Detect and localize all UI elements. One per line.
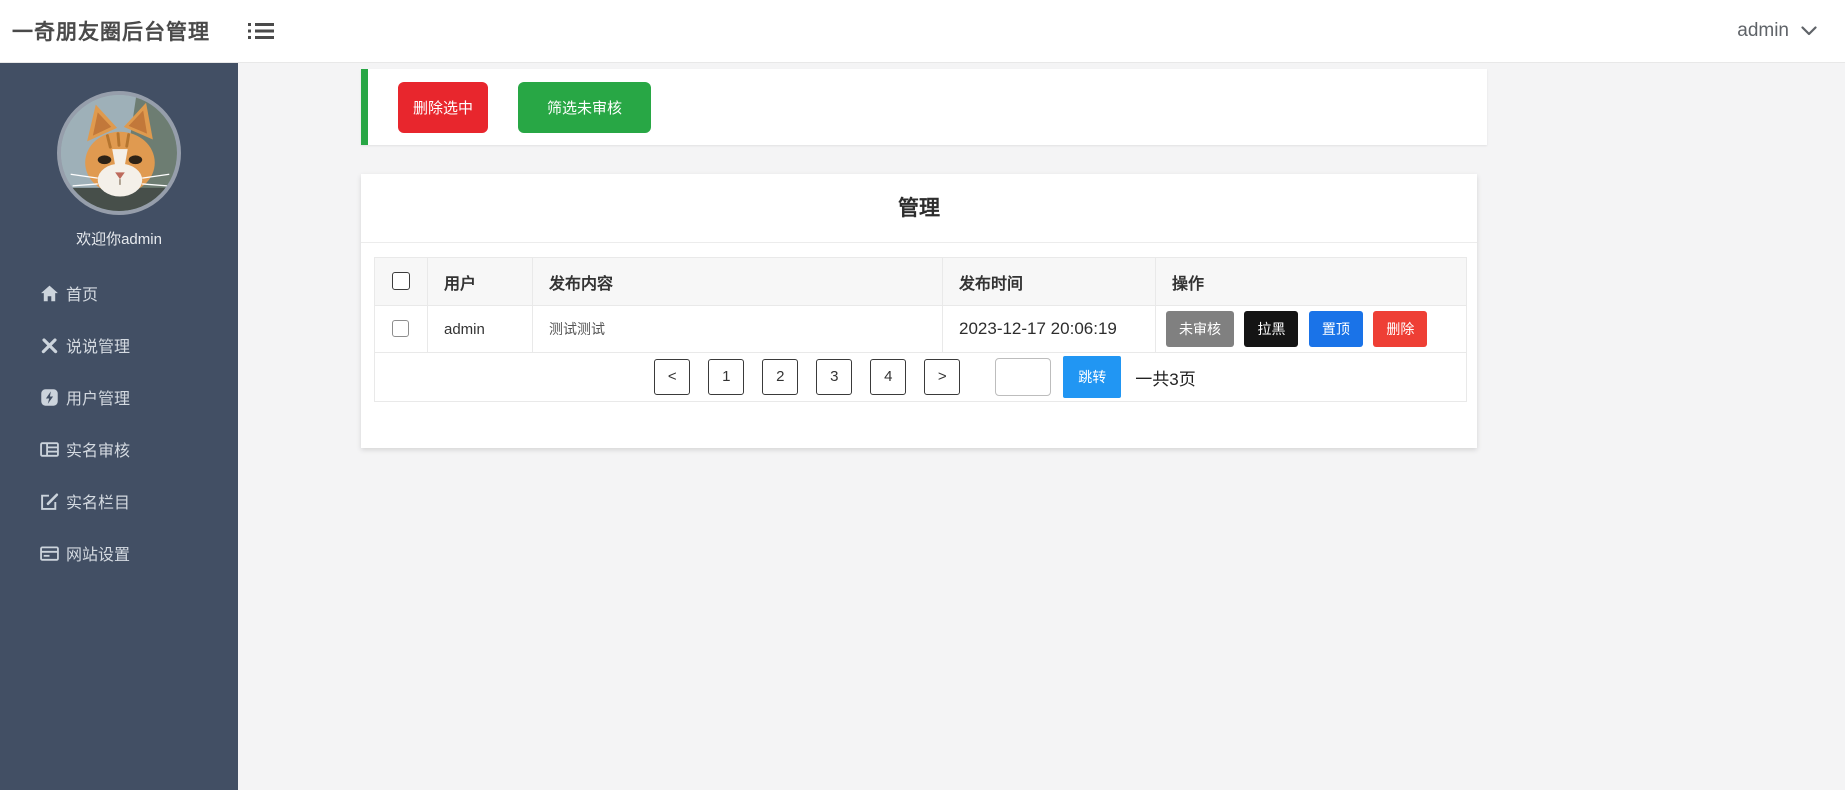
column-header-user: 用户 (428, 258, 533, 306)
page-button-4[interactable]: 4 (870, 359, 906, 395)
avatar (57, 91, 181, 215)
jump-page-input[interactable] (995, 358, 1051, 396)
sidebar-item-site-settings[interactable]: 网站设置 (0, 527, 238, 579)
sidebar-menu: 首页 说说管理 用户管理 (0, 267, 238, 579)
welcome-text: 欢迎你admin (76, 228, 162, 249)
top-header: 一奇朋友圈后台管理 admin (0, 0, 1845, 63)
next-page-button[interactable]: > (924, 359, 960, 395)
tools-icon (40, 336, 59, 355)
prev-page-button[interactable]: < (654, 359, 690, 395)
row-actions: 未审核 拉黑 置顶 删除 (1156, 306, 1467, 353)
pagination: < 1 2 3 4 > 跳转 一共3页 (645, 356, 1195, 398)
pin-top-button[interactable]: 置顶 (1309, 311, 1363, 347)
delete-button[interactable]: 删除 (1373, 311, 1427, 347)
sidebar-item-realname-columns[interactable]: 实名栏目 (0, 475, 238, 527)
posts-table: 用户 发布内容 发布时间 操作 admin 测试测试 (374, 257, 1467, 402)
main-content: 删除选中 筛选未审核 管理 用户 发布内容 发布时间 操作 (238, 63, 1845, 790)
column-header-time: 发布时间 (943, 258, 1156, 306)
blacklist-button[interactable]: 拉黑 (1244, 311, 1298, 347)
sidebar-item-label: 首页 (66, 281, 98, 305)
sidebar-item-users[interactable]: 用户管理 (0, 371, 238, 423)
row-time: 2023-12-17 20:06:19 (943, 306, 1156, 353)
bolt-icon (40, 388, 59, 407)
toolbar-panel: 删除选中 筛选未审核 (361, 69, 1487, 145)
sidebar-item-label: 网站设置 (66, 541, 130, 565)
id-card-icon (40, 440, 59, 459)
table-header-row: 用户 发布内容 发布时间 操作 (375, 258, 1467, 306)
page-button-3[interactable]: 3 (816, 359, 852, 395)
page-title: 一奇朋友圈后台管理 (12, 16, 210, 46)
cat-avatar-image (61, 95, 177, 211)
sidebar-toggle-button[interactable] (248, 20, 274, 42)
card-title: 管理 (361, 174, 1477, 243)
filter-unreviewed-button[interactable]: 筛选未审核 (518, 82, 651, 133)
sidebar-item-label: 说说管理 (66, 333, 130, 357)
sidebar-item-realname-review[interactable]: 实名审核 (0, 423, 238, 475)
column-header-content: 发布内容 (533, 258, 943, 306)
table-row: admin 测试测试 2023-12-17 20:06:19 未审核 拉黑 置顶… (375, 306, 1467, 353)
jump-button[interactable]: 跳转 (1063, 356, 1121, 398)
posts-table-wrap: 用户 发布内容 发布时间 操作 admin 测试测试 (374, 257, 1467, 402)
header-checkbox-cell (375, 258, 428, 306)
sidebar-item-posts[interactable]: 说说管理 (0, 319, 238, 371)
unreviewed-button[interactable]: 未审核 (1166, 311, 1234, 347)
management-card: 管理 用户 发布内容 发布时间 操作 (361, 174, 1477, 448)
row-content: 测试测试 (533, 306, 943, 353)
chevron-down-icon (1801, 26, 1817, 36)
sidebar-item-label: 用户管理 (66, 385, 130, 409)
pagination-row: < 1 2 3 4 > 跳转 一共3页 (375, 353, 1467, 402)
select-all-checkbox[interactable] (392, 272, 410, 290)
sidebar-item-label: 实名审核 (66, 437, 130, 461)
page-button-2[interactable]: 2 (762, 359, 798, 395)
sidebar: 欢迎你admin 首页 说说管理 用户管理 (0, 63, 238, 790)
sidebar-item-home[interactable]: 首页 (0, 267, 238, 319)
page-button-1[interactable]: 1 (708, 359, 744, 395)
delete-selected-button[interactable]: 删除选中 (398, 82, 488, 133)
row-user: admin (428, 306, 533, 353)
sidebar-item-label: 实名栏目 (66, 489, 130, 513)
site-card-icon (40, 544, 59, 563)
row-checkbox-cell (375, 306, 428, 353)
home-icon (40, 284, 59, 303)
edit-icon (40, 492, 59, 511)
username-label: admin (1737, 20, 1789, 42)
total-pages-label: 一共3页 (1135, 365, 1195, 390)
list-icon (248, 20, 274, 42)
row-checkbox[interactable] (392, 320, 409, 337)
column-header-actions: 操作 (1156, 258, 1467, 306)
user-menu[interactable]: admin (1737, 20, 1817, 42)
